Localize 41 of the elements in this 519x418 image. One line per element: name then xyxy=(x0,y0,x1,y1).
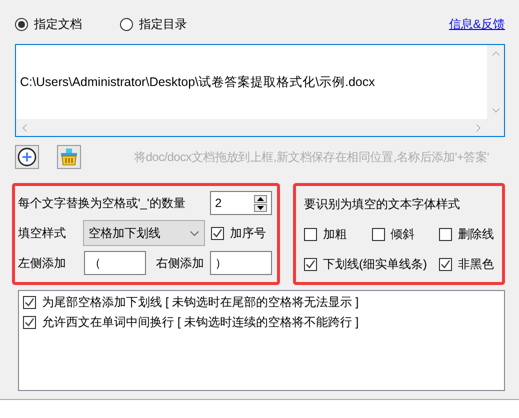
radio-label: 指定目录 xyxy=(139,16,187,33)
checkbox[interactable] xyxy=(372,228,384,240)
option-label: 允许西文在单词中间换行 [ 未钩选时连续的空格将不能跨行 ] xyxy=(42,314,359,331)
count-label: 每个文字替换为空格或'_'的数量 xyxy=(18,194,186,212)
spin-up-icon[interactable] xyxy=(254,194,267,202)
add-button[interactable] xyxy=(15,145,39,169)
radio-button[interactable] xyxy=(120,18,133,31)
checkbox[interactable] xyxy=(304,228,317,240)
radio-label: 指定文档 xyxy=(34,16,82,33)
spin-down-icon[interactable] xyxy=(254,204,267,212)
right-field[interactable]: ） xyxy=(210,251,272,275)
plus-icon xyxy=(17,147,37,167)
checkbox[interactable] xyxy=(439,228,452,240)
feedback-link[interactable]: 信息&反馈 xyxy=(448,16,505,33)
checkbox-label: 加粗 xyxy=(323,226,347,242)
checkbox[interactable] xyxy=(439,258,452,270)
checkbox[interactable] xyxy=(211,226,224,240)
chevron-down-icon xyxy=(190,230,199,236)
checkbox[interactable] xyxy=(23,316,36,329)
checkbox-label: 非黑色 xyxy=(458,256,494,272)
hint-text: 将doc/docx文档拖放到上框,新文档保存在相同位置,名称后添加'+答案' xyxy=(134,148,489,166)
checkbox-label: 倾斜 xyxy=(390,226,414,242)
left-label: 左侧添加 xyxy=(18,254,67,272)
checkbox-label: 删除线 xyxy=(458,226,494,242)
basket-icon xyxy=(59,147,79,167)
checkbox-label: 下划线(细实单线条) xyxy=(323,256,427,272)
checkbox[interactable] xyxy=(304,258,317,270)
panel-title: 要识别为填空的文本字体样式 xyxy=(304,196,460,212)
checkbox[interactable] xyxy=(23,296,36,309)
right-label: 右侧添加 xyxy=(156,254,204,272)
clear-button[interactable] xyxy=(57,145,81,169)
option-label: 为尾部空格添加下划线 [ 未钩选时在尾部的空格将无法显示 ] xyxy=(42,294,359,311)
radio-option[interactable]: 指定目录 xyxy=(120,16,225,33)
style-label: 填空样式 xyxy=(18,224,67,242)
path-text: C:\Users\Administrator\Desktop\试卷答案提取格式化\示例.docx xyxy=(20,74,375,90)
radio-button[interactable] xyxy=(15,18,28,31)
left-field[interactable]: （ xyxy=(84,251,146,275)
radio-option[interactable]: 指定文档 xyxy=(15,16,120,33)
style-dropdown[interactable]: 空格加下划线 xyxy=(82,220,205,246)
count-spinbox[interactable]: 2 xyxy=(210,191,272,215)
checkbox-label: 加序号 xyxy=(230,224,266,242)
